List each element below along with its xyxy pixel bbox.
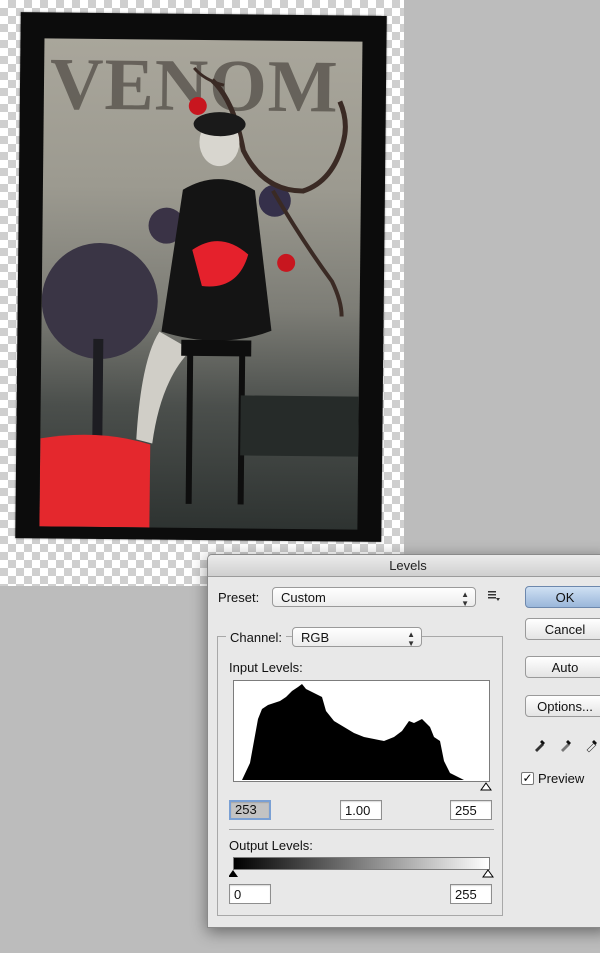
artwork-scene xyxy=(39,66,359,528)
channel-label: Channel: xyxy=(226,630,287,645)
auto-button[interactable]: Auto xyxy=(525,656,600,678)
black-eyedropper-icon[interactable] xyxy=(532,737,548,758)
preset-select[interactable]: Custom ▲ ▼ xyxy=(272,587,476,608)
white-output-slider xyxy=(482,869,494,878)
preview-checkbox[interactable]: ✓ xyxy=(521,772,534,785)
preview-label: Preview xyxy=(538,771,585,786)
channel-select[interactable]: RGB ▲ ▼ xyxy=(292,627,422,648)
preset-options-icon[interactable] xyxy=(487,588,501,607)
preset-value: Custom xyxy=(281,590,326,605)
gray-eyedropper-icon[interactable] xyxy=(558,737,574,758)
cancel-button[interactable]: Cancel xyxy=(525,618,600,640)
input-levels-label: Input Levels: xyxy=(229,660,303,675)
output-slider-track[interactable] xyxy=(229,869,495,879)
preset-label: Preset: xyxy=(218,590,260,605)
channel-value: RGB xyxy=(301,630,330,645)
artwork-image: VENOM xyxy=(39,38,363,530)
output-white-field[interactable]: 255 xyxy=(450,884,492,904)
white-point-slider xyxy=(480,782,492,791)
input-black-field[interactable]: 253 xyxy=(229,800,271,820)
dialog-title[interactable]: Levels xyxy=(208,555,600,577)
divider xyxy=(229,829,494,830)
white-eyedropper-icon[interactable] xyxy=(584,737,600,758)
options-button[interactable]: Options... xyxy=(525,695,600,717)
artwork-frame: VENOM xyxy=(15,12,387,542)
black-output-slider xyxy=(229,870,238,877)
histogram xyxy=(233,680,490,782)
updown-arrows-icon: ▲ ▼ xyxy=(461,590,469,608)
input-white-field[interactable]: 255 xyxy=(450,800,492,820)
output-levels-label: Output Levels: xyxy=(229,838,313,853)
output-black-field[interactable]: 0 xyxy=(229,884,271,904)
input-gamma-field[interactable]: 1.00 xyxy=(340,800,382,820)
histogram-plot xyxy=(242,684,464,780)
ok-button[interactable]: OK xyxy=(525,586,600,608)
input-slider-track[interactable] xyxy=(233,782,493,792)
updown-arrows-icon: ▲ ▼ xyxy=(407,630,415,648)
levels-dialog: Levels Preset: Custom ▲ ▼ Channel: RGB ▲ ▼… xyxy=(207,554,600,928)
